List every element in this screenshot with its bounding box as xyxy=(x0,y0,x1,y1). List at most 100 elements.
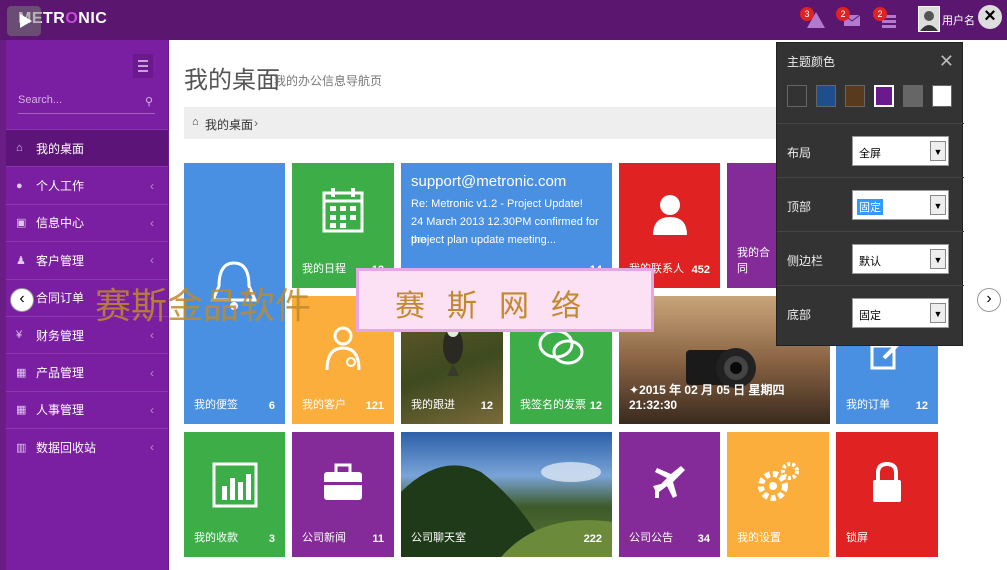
sidebar-item-label: 数据回收站 xyxy=(36,440,97,455)
tile-contracts[interactable]: 我的合同 xyxy=(727,163,777,288)
tile-income[interactable]: 我的收款 3 xyxy=(184,432,285,557)
swatch-light[interactable] xyxy=(932,85,952,107)
slideshow-prev-button[interactable] xyxy=(7,6,41,36)
close-icon[interactable]: × xyxy=(978,5,1002,29)
tile-label: 我的日程 xyxy=(302,263,346,275)
home-icon: ⌂ xyxy=(16,142,23,155)
inbox-badge: 2 xyxy=(836,7,850,21)
tile-label: 公司聊天室 xyxy=(411,532,466,544)
sidebar-toggle-button[interactable] xyxy=(133,54,153,78)
breadcrumb-link[interactable]: 我的桌面 xyxy=(205,116,253,133)
sidebar-item-recycle-bin[interactable]: ▥ 数据回收站 ‹ xyxy=(6,428,168,465)
chevron-down-icon: ▼ xyxy=(930,303,946,323)
sidebar-item-label: 客户管理 xyxy=(36,253,85,268)
row-label: 布局 xyxy=(787,146,812,160)
tile-settings[interactable]: 我的设置 xyxy=(727,432,829,557)
header-select[interactable]: 固定 ▼ xyxy=(852,190,949,220)
slideshow-next-arrow[interactable]: › xyxy=(977,288,1001,312)
tile-label: 我的客户 xyxy=(302,399,346,411)
watermark-banner-text: 赛斯网络 xyxy=(395,289,603,324)
chevron-left-icon: ‹ xyxy=(150,215,154,230)
sidebar-item-label: 我的桌面 xyxy=(36,141,85,156)
tile-news[interactable]: 公司新闻 11 xyxy=(292,432,394,557)
inbox-button[interactable]: 2 xyxy=(836,7,862,30)
chevron-left-icon: ‹ xyxy=(150,402,154,417)
search-input[interactable]: Search... ⚲ xyxy=(18,94,155,114)
sidebar-item-personal-work[interactable]: ● 个人工作 ‹ xyxy=(6,166,168,203)
notification-badge: 3 xyxy=(800,7,814,21)
close-icon[interactable]: ✕ xyxy=(939,51,954,72)
tile-announcements[interactable]: 公司公告 34 xyxy=(619,432,720,557)
tile-count: 34 xyxy=(697,533,710,545)
grid-icon: ▦ xyxy=(16,367,27,380)
tile-caption: ✦2015 年 02 月 05 日 星期四 21:32:30 xyxy=(629,383,785,412)
chevron-left-icon: ‹ xyxy=(150,253,154,268)
tile-count: 12 xyxy=(915,400,928,412)
sidebar-item-label: 信息中心 xyxy=(36,216,85,231)
mail-address: support@metronic.com xyxy=(411,173,567,190)
calendar-icon xyxy=(322,188,364,233)
tile-count: 11 xyxy=(372,533,384,545)
airplane-icon xyxy=(653,466,685,498)
sidebar-item-hr[interactable]: ▦ 人事管理 ‹ xyxy=(6,390,168,428)
tile-label: 锁屏 xyxy=(846,532,868,544)
tile-label: 我的设置 xyxy=(737,532,781,544)
chevron-right-icon: › xyxy=(254,116,258,130)
bar-chart-icon xyxy=(212,462,258,508)
search-icon[interactable]: ⚲ xyxy=(145,95,153,108)
swatch-brown[interactable] xyxy=(845,85,865,107)
sidebar-select[interactable]: 默认 ▼ xyxy=(852,244,949,274)
home-icon: ⌂ xyxy=(192,116,199,128)
sidebar-item-label: 产品管理 xyxy=(36,366,85,381)
user-icon: ● xyxy=(16,179,23,192)
layout-select[interactable]: 全屏 ▼ xyxy=(852,136,949,166)
sidebar-item-label: 人事管理 xyxy=(36,403,85,418)
tile-count: 3 xyxy=(268,533,275,545)
sidebar-item-info-center[interactable]: ▣ 信息中心 ‹ xyxy=(6,203,168,241)
tile-lock[interactable]: 锁屏 xyxy=(836,432,938,557)
tile-count: 121 xyxy=(365,400,384,412)
tile-count: 12 xyxy=(480,400,493,412)
swatch-blue[interactable] xyxy=(816,85,836,107)
tile-count: 6 xyxy=(268,400,275,412)
tile-count: 222 xyxy=(583,533,602,545)
inbox-icon: ▣ xyxy=(16,217,27,230)
trash-icon: ▥ xyxy=(16,441,27,454)
chevron-down-icon: ▼ xyxy=(930,249,946,269)
chevron-down-icon: ▼ xyxy=(930,141,946,161)
chevron-left-icon: ‹ xyxy=(150,178,154,193)
watermark-banner: 赛斯网络 xyxy=(356,268,654,332)
row-label: 顶部 xyxy=(787,200,812,214)
sidebar-item-label: 个人工作 xyxy=(36,179,85,194)
tile-chatroom[interactable]: 公司聊天室 222 xyxy=(401,432,612,557)
user-photo-icon xyxy=(920,11,938,31)
sidebar-item-products[interactable]: ▦ 产品管理 ‹ xyxy=(6,353,168,390)
person-icon: ♟ xyxy=(16,254,26,267)
mail-body-line: project plan update meeting... xyxy=(411,234,556,246)
tasks-button[interactable]: 2 xyxy=(873,7,899,30)
tile-count: 12 xyxy=(589,400,602,412)
swatch-grey[interactable] xyxy=(903,85,923,107)
avatar[interactable] xyxy=(918,6,940,32)
swatch-dark[interactable] xyxy=(787,85,807,107)
layout-row: 布局 全屏 ▼ xyxy=(777,123,964,177)
footer-row: 底部 固定 ▼ xyxy=(777,285,964,339)
tile-label: 我的收款 xyxy=(194,532,238,544)
briefcase-icon xyxy=(324,463,362,500)
chevron-left-icon: ‹ xyxy=(150,365,154,380)
sidebar-item-customers[interactable]: ♟ 客户管理 ‹ xyxy=(6,241,168,278)
username-label[interactable]: 用户名 xyxy=(942,12,975,28)
chevron-left-icon: ‹ xyxy=(150,440,154,455)
footer-select[interactable]: 固定 ▼ xyxy=(852,298,949,328)
lock-icon xyxy=(873,462,901,502)
sidebar-item-desktop[interactable]: ⌂ 我的桌面 xyxy=(6,129,168,167)
tasks-badge: 2 xyxy=(873,7,887,21)
gears-icon xyxy=(758,462,799,501)
sidebar-item-label: 合同订单 xyxy=(36,291,85,306)
tile-label: 我的订单 xyxy=(846,399,890,411)
sidebar-item-label: 财务管理 xyxy=(36,328,85,343)
slideshow-prev-arrow[interactable]: ‹ xyxy=(10,288,34,312)
theme-settings-panel: 主题颜色 ✕ 布局 全屏 ▼ 顶部 固定 ▼ 侧边栏 默认 ▼ 底部 固定 ▼ xyxy=(776,42,964,346)
notification-button[interactable]: 3 xyxy=(800,7,826,30)
swatch-purple[interactable] xyxy=(874,85,894,107)
